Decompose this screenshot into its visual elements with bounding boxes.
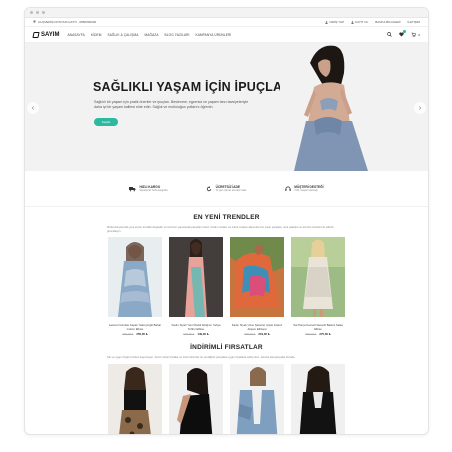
hero-model-image [280,43,378,171]
product-card[interactable]: Tek Parça Kemerli Desenli Baskılı Salaş … [291,237,345,336]
trends-product-grid: Lacivert Gömlek Kapalı Yaka Çizgili Baha… [25,237,428,336]
browser-window: ALIŞVERİŞ DOSYASI HATTI · 0850000000 GİR… [24,7,429,435]
product-image [291,237,345,318]
product-card[interactable] [291,363,345,434]
product-name[interactable]: Kadın Siyah Yeni Modül Alttığımı Yahya T… [169,324,223,331]
headset-icon [284,185,291,192]
cart-icon[interactable] [410,32,416,38]
product-card[interactable] [169,363,223,434]
feature-desc: Siparişiniz hızla kargoda [139,189,168,192]
section-title-deals: İNDİRİMLİ FIRSATLAR [190,344,263,352]
product-old-price: 000,00 ₺ [183,332,195,337]
product-new-price: 219,00 ₺ [258,332,270,337]
logo-mark-icon [32,31,40,38]
section-title-trends: EN YENİ TRENDLER [193,214,260,221]
product-image [108,237,162,318]
nav-menu: ANASAYFA KİDEM SAĞLIK & ÇALIŞMA MAĞAZA B… [67,33,231,37]
product-card[interactable]: Lacivert Gömlek Kapalı Yaka Çizgili Baha… [108,237,162,336]
product-card[interactable] [230,363,284,434]
feature-desc: 7/24 müşteri desteği [294,189,318,192]
window-chrome [25,8,428,18]
nav-item-campaign[interactable]: KAMPANYA ÜRÜNLERİ [195,33,231,37]
brand-logo[interactable]: SAYIM [32,31,60,38]
cart-count: 0 [418,32,420,37]
product-card[interactable]: Kadın Siyah Uzun Şekerler Çiçek Kolsuz A… [230,237,284,336]
truck-icon [129,185,136,192]
phone-icon [33,20,36,24]
product-image [108,363,162,434]
feature-return: ÜCRETSİZ İADE 14 gün içinde ücretsiz iad… [206,185,247,192]
topbar-shipping-text: ALIŞVERİŞ DOSYASI HATTI · 0850000000 [38,20,97,24]
product-price: 000,00 ₺ 275,00 ₺ [291,332,345,336]
deals-product-grid [25,363,428,434]
features-strip: HIZLI KARGO Siparişiniz hızla kargoda ÜC… [25,171,428,207]
feature-support: MÜŞTERİ DESTEĞİ 7/24 müşteri desteği [284,185,324,192]
product-name[interactable]: Kadın Siyah Uzun Şekerler Çiçek Kolsuz A… [230,324,284,331]
product-price: 000,00 ₺ 149,00 ₺ [169,332,223,336]
product-new-price: 275,00 ₺ [319,332,331,337]
product-old-price: 000,00 ₺ [122,332,134,337]
nav-item-seniority[interactable]: KİDEM [91,33,102,37]
hero-cta-button[interactable]: Keşfet [94,118,118,126]
heart-icon[interactable] [398,29,407,38]
hero-title: SAĞLIKLI YAŞAM İÇİN İPUÇLARI [93,80,296,94]
nav-item-shop[interactable]: MAĞAZA [144,33,158,37]
nav-item-home[interactable]: ANASAYFA [67,33,84,37]
feature-desc: 14 gün içinde ücretsiz iade [215,189,247,192]
product-old-price: 000,00 ₺ [244,332,256,337]
product-card[interactable] [108,363,162,434]
product-image [291,363,345,434]
product-name[interactable]: Lacivert Gömlek Kapalı Yaka Çizgili Baha… [108,324,162,331]
product-new-price: 255,00 ₺ [136,332,148,337]
product-price: 000,00 ₺ 219,00 ₺ [230,332,284,336]
section-desc-trends: Moda dünyasında yeni sezon trendleri keş… [107,226,334,233]
feature-shipping: HIZLI KARGO Siparişiniz hızla kargoda [129,185,168,192]
product-price: 000,00 ₺ 255,00 ₺ [108,332,162,336]
product-old-price: 000,00 ₺ [305,332,317,337]
product-new-price: 149,00 ₺ [197,332,209,337]
product-card[interactable]: Kadın Siyah Yeni Modül Alttığımı Yahya T… [169,237,223,336]
product-image [230,363,284,434]
nav-item-health[interactable]: SAĞLIK & ÇALIŞMA [107,33,138,37]
wishlist-badge [403,29,407,33]
slider-prev-arrow[interactable] [27,102,39,114]
product-image [169,237,223,318]
search-icon[interactable] [386,32,392,38]
hero-description: Sağlıklı bir yaşam için pratik öneriler … [94,100,249,109]
topbar-link-login[interactable]: GİRİŞ YAP [325,20,344,24]
return-icon [206,185,213,192]
window-dot [30,11,33,14]
product-image [230,237,284,318]
window-dot [36,11,39,14]
topbar-link-bank[interactable]: BANKA BİLGİLERİ [375,20,400,24]
window-dot [42,11,45,14]
top-bar: ALIŞVERİŞ DOSYASI HATTI · 0850000000 GİR… [25,18,428,27]
nav-item-blog[interactable]: BLOG YAZILARI [165,33,190,37]
topbar-link-contact[interactable]: İLETİŞİM [407,20,420,24]
hero-slider: SAĞLIKLI YAŞAM İÇİN İPUÇLARI Sağlıklı bi… [25,43,428,171]
nav-icons: 0 [386,29,420,38]
product-image [169,363,223,434]
main-nav: SAYIM ANASAYFA KİDEM SAĞLIK & ÇALIŞMA MA… [25,27,428,43]
topbar-link-register[interactable]: KAYIT OL [351,20,368,24]
logo-text: SAYIM [41,31,60,38]
product-name[interactable]: Tek Parça Kemerli Desenli Baskılı Salaş … [291,324,345,331]
slider-next-arrow[interactable] [414,102,426,114]
